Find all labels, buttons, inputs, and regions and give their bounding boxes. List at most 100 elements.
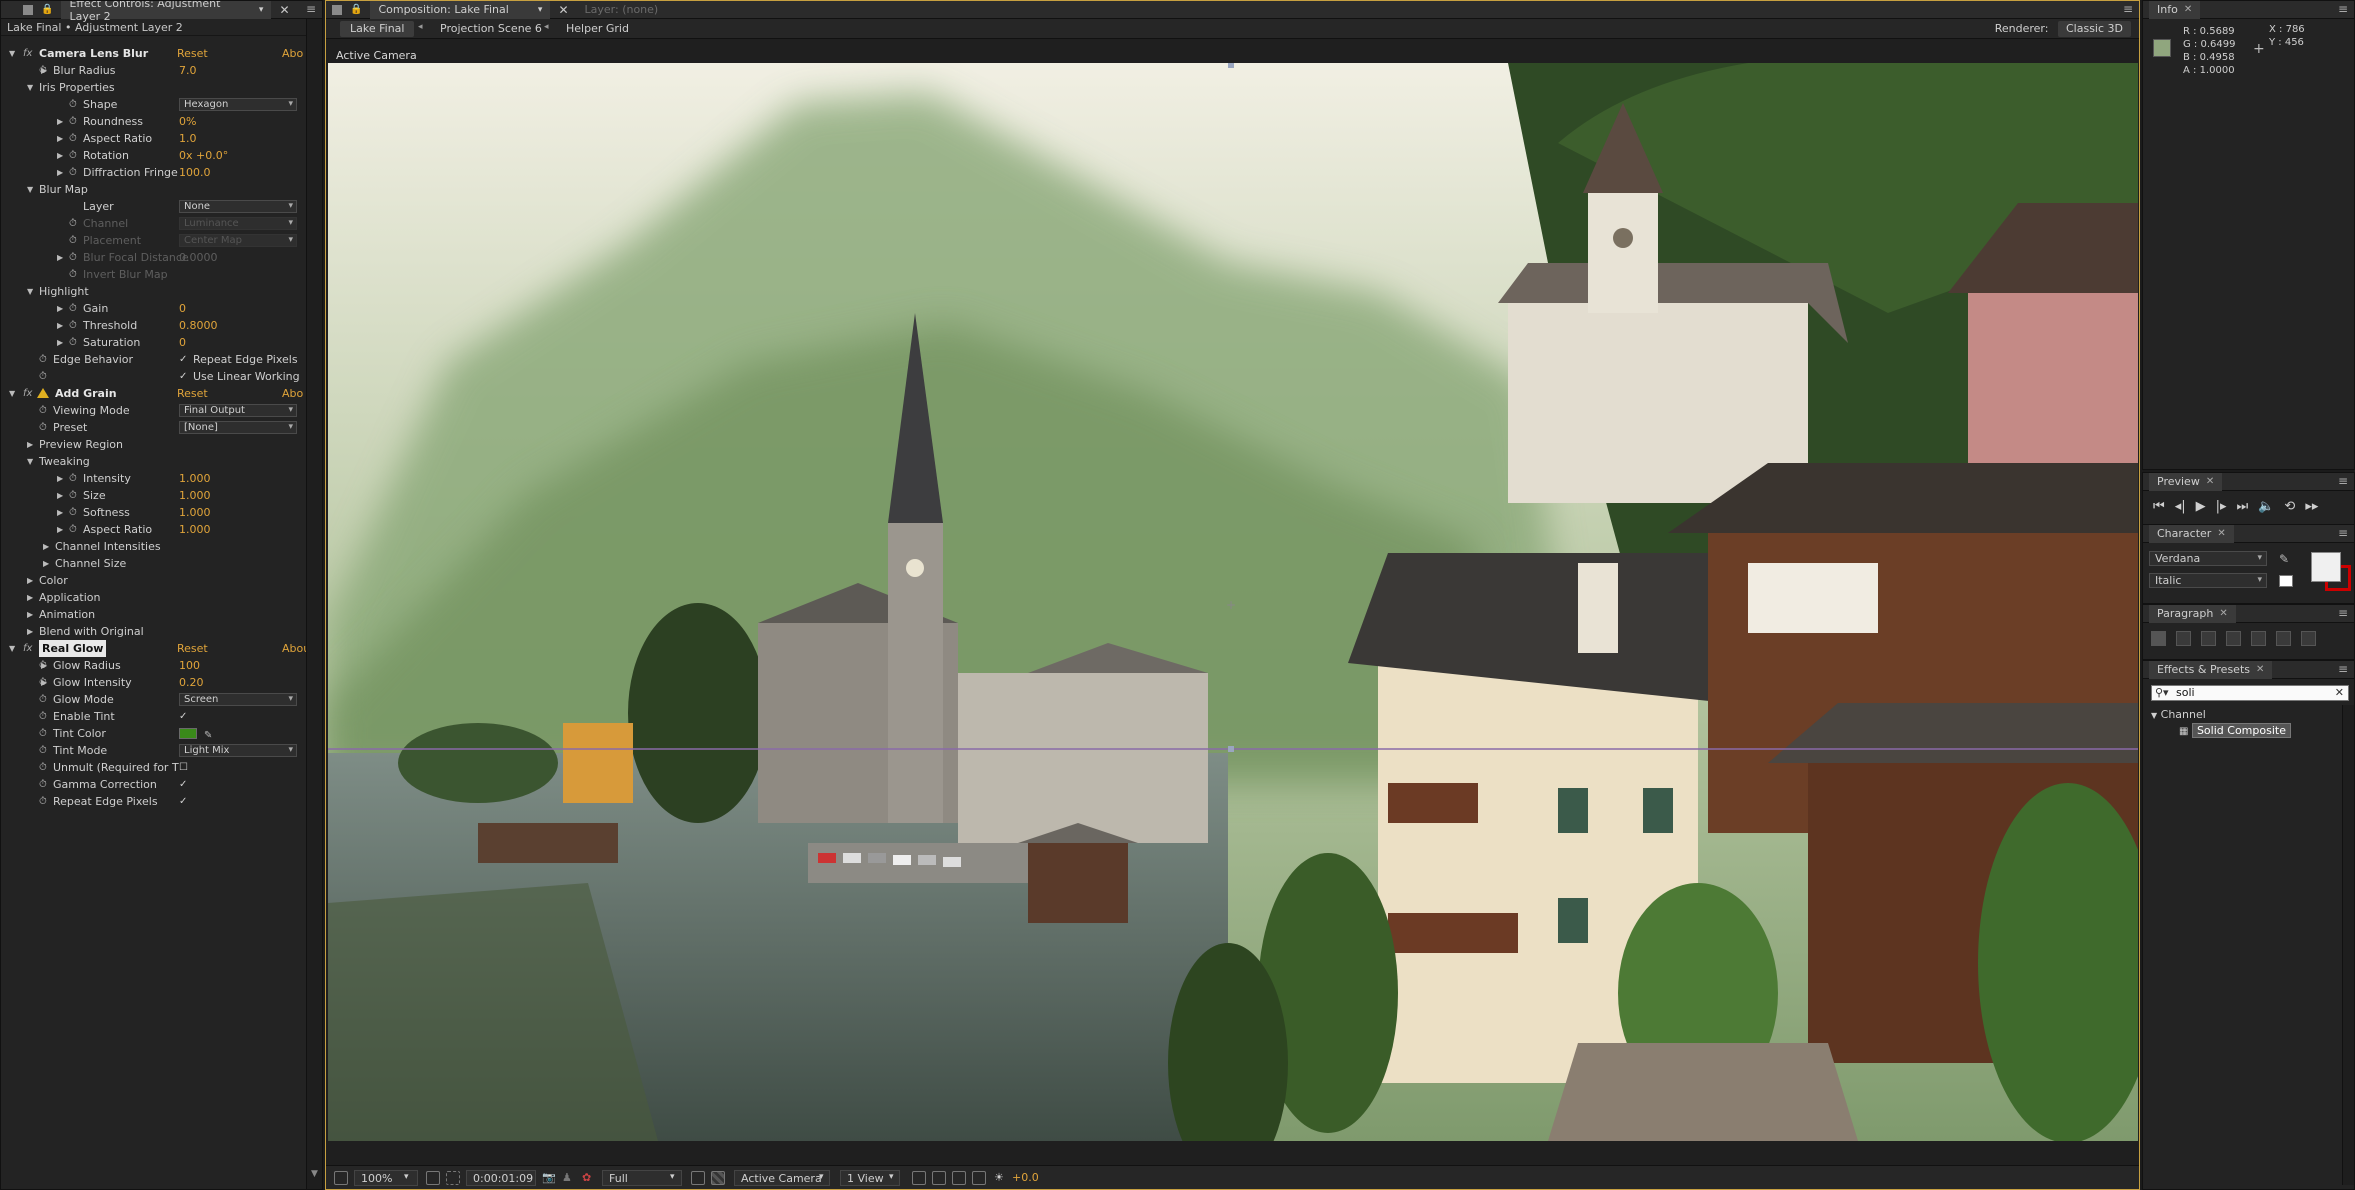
chevron-right-icon[interactable]: ▶ bbox=[57, 130, 67, 147]
effect-row[interactable]: ▶ ⏱ Aspect Ratio 1.000 bbox=[1, 521, 304, 538]
anchor-marker[interactable] bbox=[1228, 63, 1234, 68]
tab-composition[interactable]: Composition: Lake Final ▾ bbox=[370, 1, 551, 19]
effect-row[interactable]: ⏱ Placement Center Map bbox=[1, 232, 304, 249]
chevron-right-icon[interactable]: ▶ bbox=[57, 113, 67, 130]
fx-toggle-icon[interactable]: fx bbox=[23, 385, 32, 402]
chevron-right-icon[interactable]: ▶ bbox=[57, 521, 67, 538]
stopwatch-icon[interactable]: ⏱ bbox=[39, 368, 47, 385]
transparency-grid-icon[interactable] bbox=[711, 1171, 725, 1185]
previous-frame-icon[interactable]: ◂| bbox=[2175, 499, 2186, 514]
property-value[interactable]: 100 bbox=[179, 657, 200, 674]
close-icon[interactable]: ✕ bbox=[279, 3, 289, 17]
effect-row[interactable]: ⏱ Viewing Mode Final Output bbox=[1, 402, 304, 419]
next-frame-icon[interactable]: |▸ bbox=[2216, 499, 2227, 514]
align-center-icon[interactable] bbox=[2176, 631, 2191, 646]
stopwatch-icon[interactable]: ⏱ bbox=[69, 470, 77, 487]
chevron-down-icon[interactable]: ▾ bbox=[889, 1170, 894, 1186]
stopwatch-icon[interactable]: ⏱ bbox=[39, 62, 47, 79]
chevron-down-icon[interactable]: ▾ bbox=[259, 5, 264, 15]
chevron-right-icon[interactable]: ▶ bbox=[43, 538, 53, 555]
property-value[interactable]: 0.20 bbox=[179, 674, 204, 691]
toggle-pixel-aspect-icon[interactable] bbox=[912, 1171, 926, 1185]
composition-viewer[interactable]: + bbox=[328, 63, 2138, 1141]
stopwatch-icon[interactable]: ⏱ bbox=[69, 232, 77, 249]
property-value[interactable]: 0% bbox=[179, 113, 196, 130]
effect-row[interactable]: ▼ fx Real Glow Reset About... bbox=[1, 640, 322, 657]
show-snapshot-icon[interactable]: ♟ bbox=[562, 1170, 572, 1186]
checkbox[interactable]: ✓ bbox=[179, 711, 190, 722]
tint-color-swatch[interactable] bbox=[179, 728, 197, 739]
effect-row[interactable]: ⏱ Edge Behavior ✓ Repeat Edge Pixels bbox=[1, 351, 304, 368]
effect-row[interactable]: ⏱ Preset [None] bbox=[1, 419, 304, 436]
effect-row[interactable]: ▼ fx Add Grain Reset Abo bbox=[1, 385, 304, 402]
mask-icon[interactable] bbox=[446, 1171, 460, 1185]
font-style-select[interactable]: Italic bbox=[2149, 573, 2267, 588]
checkbox[interactable]: ✓ bbox=[179, 371, 190, 382]
effect-row[interactable]: ▶ ⏱ Diffraction Fringe 100.0 bbox=[1, 164, 304, 181]
camera-select[interactable]: Active Camera bbox=[734, 1170, 830, 1186]
scroll-down-icon[interactable]: ▼ bbox=[311, 1169, 318, 1179]
stopwatch-icon[interactable]: ⏱ bbox=[69, 317, 77, 334]
effect-row[interactable]: ⏱ Tint Mode Light Mix bbox=[1, 742, 304, 759]
effect-row[interactable]: ⏱ Gamma Correction ✓ bbox=[1, 776, 304, 793]
tab-layer[interactable]: Layer: (none) bbox=[577, 1, 727, 19]
property-dropdown[interactable]: Light Mix bbox=[179, 744, 297, 757]
stopwatch-icon[interactable]: ⏱ bbox=[69, 96, 77, 113]
stopwatch-icon[interactable]: ⏱ bbox=[69, 113, 77, 130]
property-value[interactable]: 0 bbox=[179, 300, 186, 317]
panel-menu-icon[interactable]: ≡ bbox=[2338, 2, 2348, 16]
stopwatch-icon[interactable]: ⏱ bbox=[39, 708, 47, 725]
chevron-right-icon[interactable]: ▶ bbox=[43, 555, 53, 572]
fill-color-box[interactable] bbox=[2311, 552, 2341, 582]
stopwatch-icon[interactable]: ⏱ bbox=[69, 215, 77, 232]
effect-row[interactable]: ⏱ Enable Tint ✓ bbox=[1, 708, 304, 725]
effect-row[interactable]: ⏱ Channel Luminance bbox=[1, 215, 304, 232]
last-frame-icon[interactable]: ⏭ bbox=[2237, 499, 2249, 514]
anchor-marker[interactable] bbox=[1228, 746, 1234, 752]
effect-row[interactable]: ▶ ⏱ Aspect Ratio 1.0 bbox=[1, 130, 304, 147]
fast-previews-icon[interactable] bbox=[932, 1171, 946, 1185]
stopwatch-icon[interactable]: ⏱ bbox=[39, 742, 47, 759]
chevron-down-icon[interactable]: ▾ bbox=[670, 1170, 675, 1186]
justify-all-icon[interactable] bbox=[2301, 631, 2316, 646]
lock-icon[interactable]: 🔒 bbox=[41, 4, 53, 15]
align-right-icon[interactable] bbox=[2201, 631, 2216, 646]
chevron-right-icon[interactable]: ▶ bbox=[57, 249, 67, 266]
chevron-down-icon[interactable]: ▼ bbox=[27, 79, 37, 96]
effect-row[interactable]: ▶ ⏱ Rotation 0x +0.0° bbox=[1, 147, 304, 164]
effect-row[interactable]: ▶ ⏱ Threshold 0.8000 bbox=[1, 317, 304, 334]
stopwatch-icon[interactable]: ⏱ bbox=[39, 419, 47, 436]
property-value[interactable]: 1.000 bbox=[179, 521, 211, 538]
effect-row[interactable]: ▶ Animation bbox=[1, 606, 304, 623]
loop-icon[interactable]: ⟲ bbox=[2284, 499, 2295, 514]
crumb-helper-grid[interactable]: Helper Grid bbox=[556, 21, 639, 37]
stopwatch-icon[interactable]: ⏱ bbox=[69, 521, 77, 538]
chevron-down-icon[interactable]: ▼ bbox=[9, 45, 19, 62]
effect-row[interactable]: ▶ ⏱ Softness 1.000 bbox=[1, 504, 304, 521]
property-value[interactable]: 100.0 bbox=[179, 164, 211, 181]
tree-category[interactable]: ▼ Channel bbox=[2151, 707, 2206, 724]
tab-paragraph[interactable]: Paragraph ✕ bbox=[2149, 605, 2236, 623]
exposure-value[interactable]: +0.0 bbox=[1012, 1170, 1039, 1186]
property-dropdown[interactable]: Final Output bbox=[179, 404, 297, 417]
close-icon[interactable]: ✕ bbox=[2219, 608, 2227, 619]
effect-row[interactable]: ⏱ Shape Hexagon bbox=[1, 96, 304, 113]
effect-name[interactable]: Real Glow bbox=[39, 640, 107, 657]
chevron-right-icon[interactable]: ▶ bbox=[57, 147, 67, 164]
stopwatch-icon[interactable]: ⏱ bbox=[39, 691, 47, 708]
panel-menu-icon[interactable]: ≡ bbox=[2338, 662, 2348, 676]
close-icon[interactable]: ✕ bbox=[2184, 4, 2192, 15]
chevron-down-icon[interactable]: ▼ bbox=[27, 453, 37, 470]
panel-menu-icon[interactable]: ≡ bbox=[2338, 526, 2348, 540]
panel-menu-icon[interactable]: ≡ bbox=[306, 2, 316, 16]
effect-row[interactable]: ⏱ ✓ Use Linear Working bbox=[1, 368, 304, 385]
effect-row[interactable]: ▶ ⏱ Glow Radius 100 bbox=[1, 657, 304, 674]
renderer-control[interactable]: Renderer: Classic 3D bbox=[1995, 21, 2131, 37]
property-dropdown[interactable]: Luminance bbox=[179, 217, 297, 230]
scrollbar[interactable]: ▼ bbox=[306, 19, 322, 1189]
effect-row[interactable]: ▼ Blur Map bbox=[1, 181, 304, 198]
tab-character[interactable]: Character ✕ bbox=[2149, 525, 2234, 543]
stopwatch-icon[interactable]: ⏱ bbox=[69, 249, 77, 266]
chevron-right-icon[interactable]: ▶ bbox=[27, 572, 37, 589]
always-preview-icon[interactable] bbox=[334, 1171, 348, 1185]
